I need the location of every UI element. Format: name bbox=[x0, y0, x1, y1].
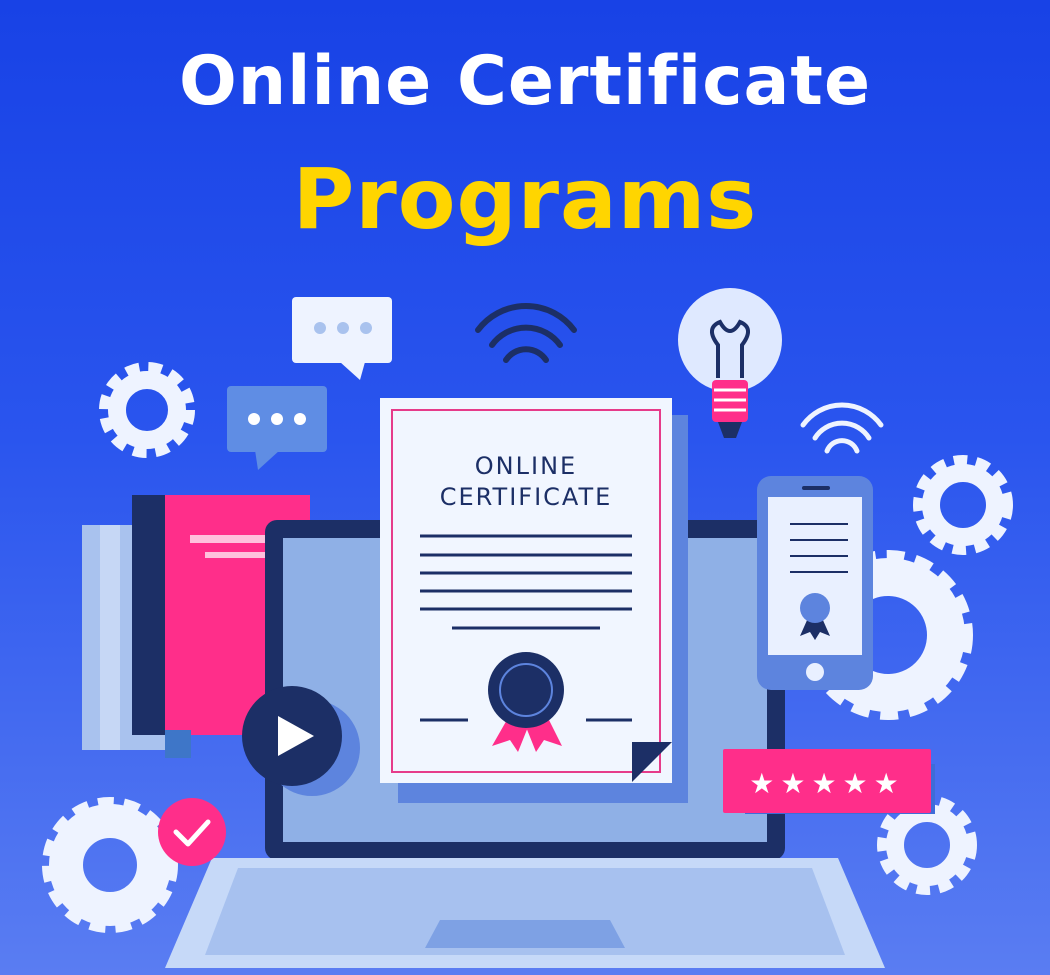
gear-icon bbox=[913, 455, 1013, 555]
certificate-title-line-1: ONLINE bbox=[475, 452, 577, 480]
star-rating-card: ★★★★★ bbox=[723, 749, 935, 814]
chat-bubble-icon bbox=[292, 297, 392, 380]
wifi-icon bbox=[800, 402, 884, 454]
illustration: ONLINE CERTIFICATE ★★★★★ bbox=[42, 288, 1013, 968]
star-icon: ★★★★★ bbox=[749, 767, 905, 800]
gear-icon bbox=[99, 362, 195, 458]
light-bulb-icon bbox=[678, 288, 782, 438]
gear-icon bbox=[877, 795, 977, 895]
certificate-document: ONLINE CERTIFICATE bbox=[380, 398, 688, 803]
check-icon bbox=[158, 798, 226, 866]
chat-bubble-icon bbox=[227, 386, 327, 470]
smartphone-icon bbox=[757, 476, 873, 690]
certificate-title-line-2: CERTIFICATE bbox=[440, 483, 613, 511]
award-ribbon-icon bbox=[800, 593, 830, 640]
wifi-icon bbox=[475, 303, 577, 363]
gear-icon bbox=[42, 797, 178, 933]
